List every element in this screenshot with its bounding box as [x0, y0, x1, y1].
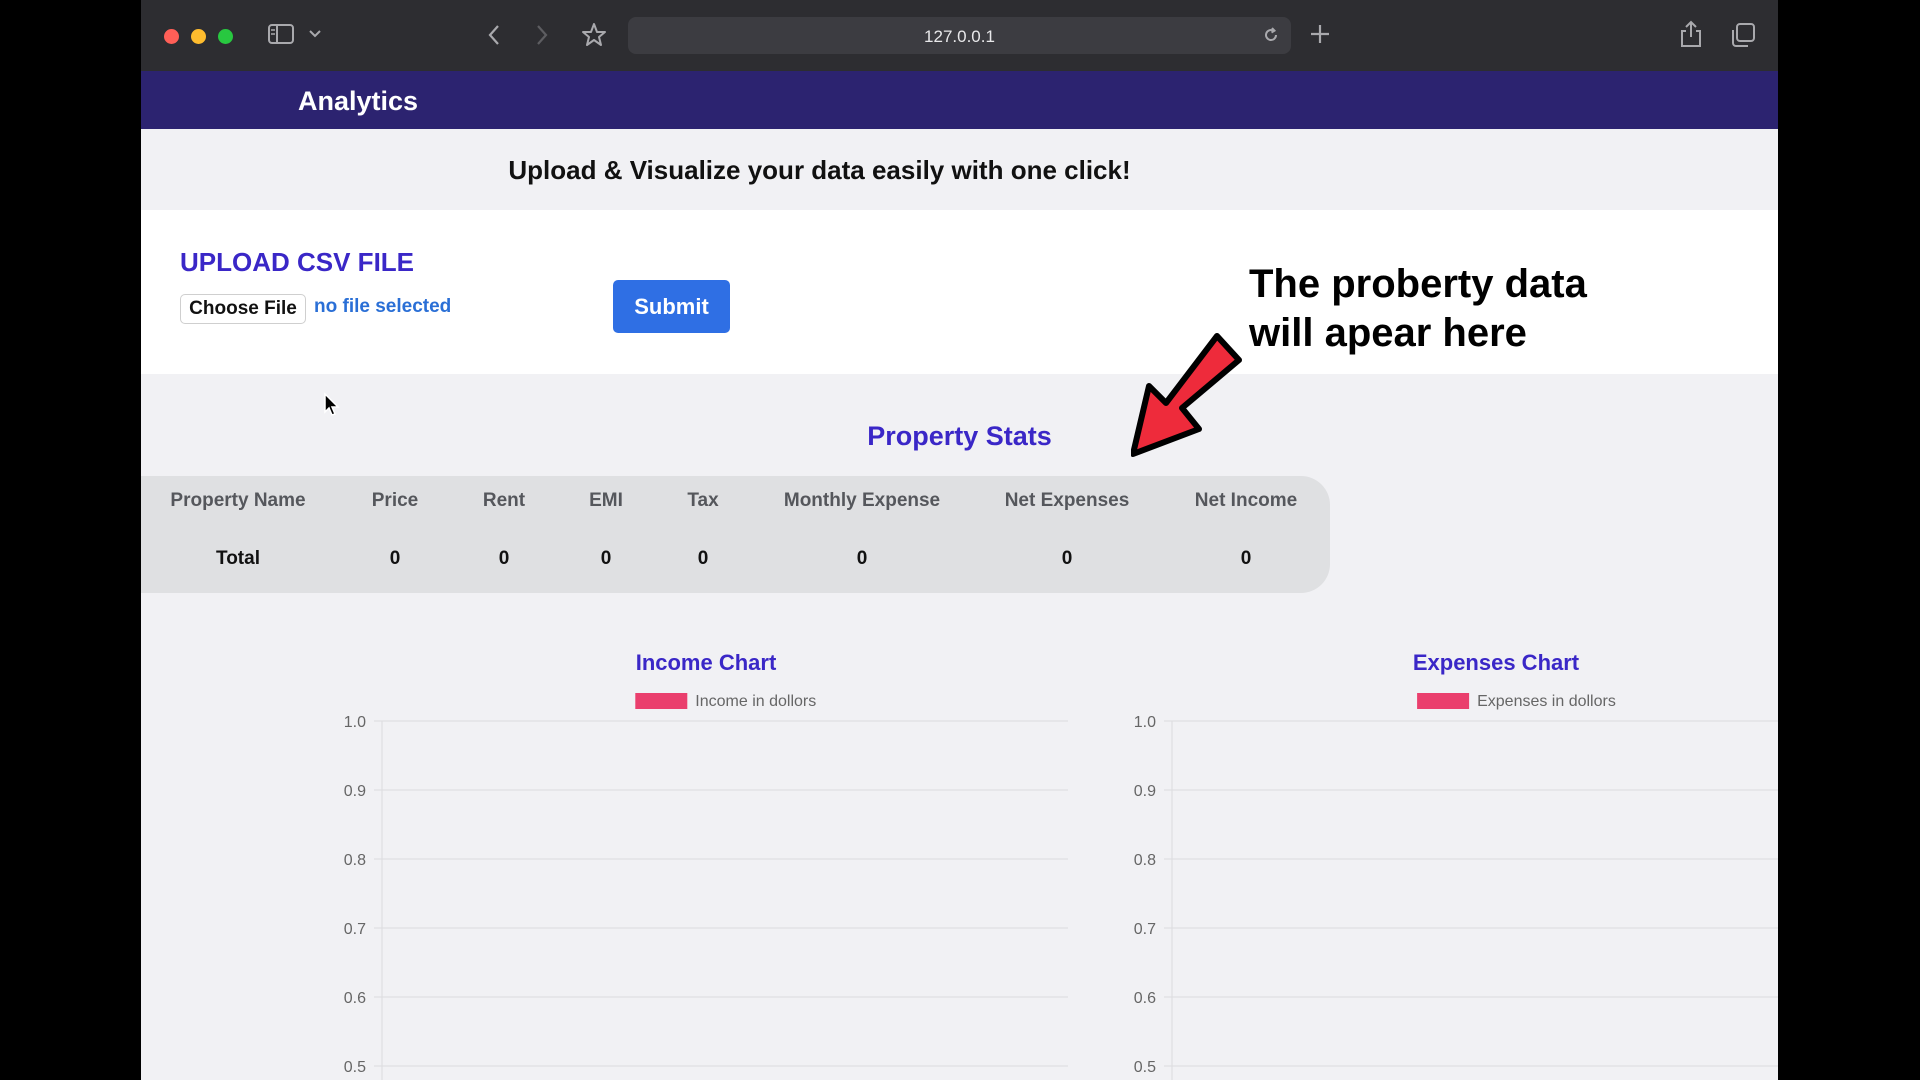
- hero-section: Upload & Visualize your data easily with…: [141, 129, 1778, 210]
- income-chart: Income Chart Income in dollors 1.0 0.9 0.8 0…: [326, 640, 1086, 1080]
- share-icon[interactable]: [1679, 20, 1703, 52]
- header-emi: EMI: [589, 490, 623, 511]
- tabs-overview-icon[interactable]: [1730, 22, 1756, 52]
- address-text: 127.0.0.1: [924, 27, 995, 46]
- cell-net-income: 0: [1240, 548, 1252, 569]
- cell-property-name: Total: [216, 548, 260, 569]
- legend-label[interactable]: Expenses in dollors: [1477, 693, 1616, 710]
- reload-icon[interactable]: [1261, 25, 1281, 49]
- cell-monthly-expense: 0: [856, 548, 868, 569]
- expenses-chart: Expenses Chart Expenses in dollors 1.0 0.9…: [1116, 640, 1778, 1080]
- annotation-line-1: The proberty data: [1249, 262, 1587, 306]
- stats-title: Property Stats: [867, 421, 1052, 451]
- back-icon[interactable]: [486, 23, 502, 51]
- y-tick-label: 0.6: [344, 990, 366, 1007]
- stats-table: Property Name Price Rent EMI Tax Monthly…: [141, 476, 1330, 593]
- cell-price: 0: [389, 548, 401, 569]
- new-tab-icon[interactable]: [1309, 23, 1331, 49]
- header-rent: Rent: [482, 490, 526, 511]
- tagline: Upload & Visualize your data easily with…: [508, 155, 1131, 185]
- income-chart-canvas: Income in dollors 1.0 0.9 0.8 0.7 0.6 0.5: [344, 693, 1068, 1080]
- submit-button[interactable]: Submit: [613, 280, 730, 333]
- y-tick-label: 0.8: [344, 852, 366, 869]
- cell-tax: 0: [697, 548, 709, 569]
- browser-toolbar: 127.0.0.1: [141, 0, 1778, 71]
- y-tick-label: 0.6: [1134, 990, 1156, 1007]
- y-tick-label: 0.5: [344, 1059, 366, 1076]
- chevron-down-icon[interactable]: [308, 26, 322, 45]
- y-tick-label: 1.0: [344, 714, 366, 731]
- forward-icon[interactable]: [534, 23, 550, 51]
- header-property-name: Property Name: [170, 490, 306, 511]
- minimize-window-button[interactable]: [191, 29, 206, 44]
- header-net-income: Net Income: [1194, 490, 1298, 511]
- close-window-button[interactable]: [164, 29, 179, 44]
- y-tick-label: 0.5: [1134, 1059, 1156, 1076]
- choose-file-button[interactable]: Choose File: [180, 294, 306, 324]
- header-tax: Tax: [687, 490, 719, 511]
- expenses-chart-canvas: Expenses in dollors 1.0 0.9 0.8 0.7 0.6 0.5: [1134, 693, 1778, 1080]
- zoom-window-button[interactable]: [218, 29, 233, 44]
- legend-swatch[interactable]: [1417, 693, 1470, 709]
- upload-title: UPLOAD CSV FILE: [180, 247, 415, 277]
- cell-rent: 0: [498, 548, 510, 569]
- navbar: Analytics: [141, 71, 1778, 129]
- y-tick-label: 0.7: [344, 921, 366, 938]
- mouse-cursor-icon: [324, 392, 340, 416]
- sidebar-icon[interactable]: [267, 22, 295, 50]
- y-tick-label: 0.9: [1134, 783, 1156, 800]
- address-bar[interactable]: 127.0.0.1: [628, 17, 1291, 54]
- file-status-text: no file selected: [314, 296, 452, 317]
- y-tick-label: 1.0: [1134, 714, 1156, 731]
- brand-title[interactable]: Analytics: [298, 86, 418, 117]
- cell-net-expenses: 0: [1061, 548, 1073, 569]
- header-monthly-expense: Monthly Expense: [783, 490, 941, 511]
- cell-emi: 0: [600, 548, 612, 569]
- legend-label[interactable]: Income in dollors: [695, 693, 816, 710]
- screen: 127.0.0.1 Analytics Upload & Visualize y…: [0, 0, 1920, 1080]
- bookmark-star-icon[interactable]: [581, 22, 607, 52]
- browser-window: 127.0.0.1 Analytics Upload & Visualize y…: [141, 0, 1778, 1080]
- header-net-expenses: Net Expenses: [1004, 490, 1130, 511]
- y-tick-label: 0.8: [1134, 852, 1156, 869]
- y-tick-label: 0.9: [344, 783, 366, 800]
- y-tick-label: 0.7: [1134, 921, 1156, 938]
- upload-section: UPLOAD CSV FILE Choose File no file sele…: [141, 210, 1778, 374]
- legend-swatch[interactable]: [635, 693, 688, 709]
- header-price: Price: [371, 490, 419, 511]
